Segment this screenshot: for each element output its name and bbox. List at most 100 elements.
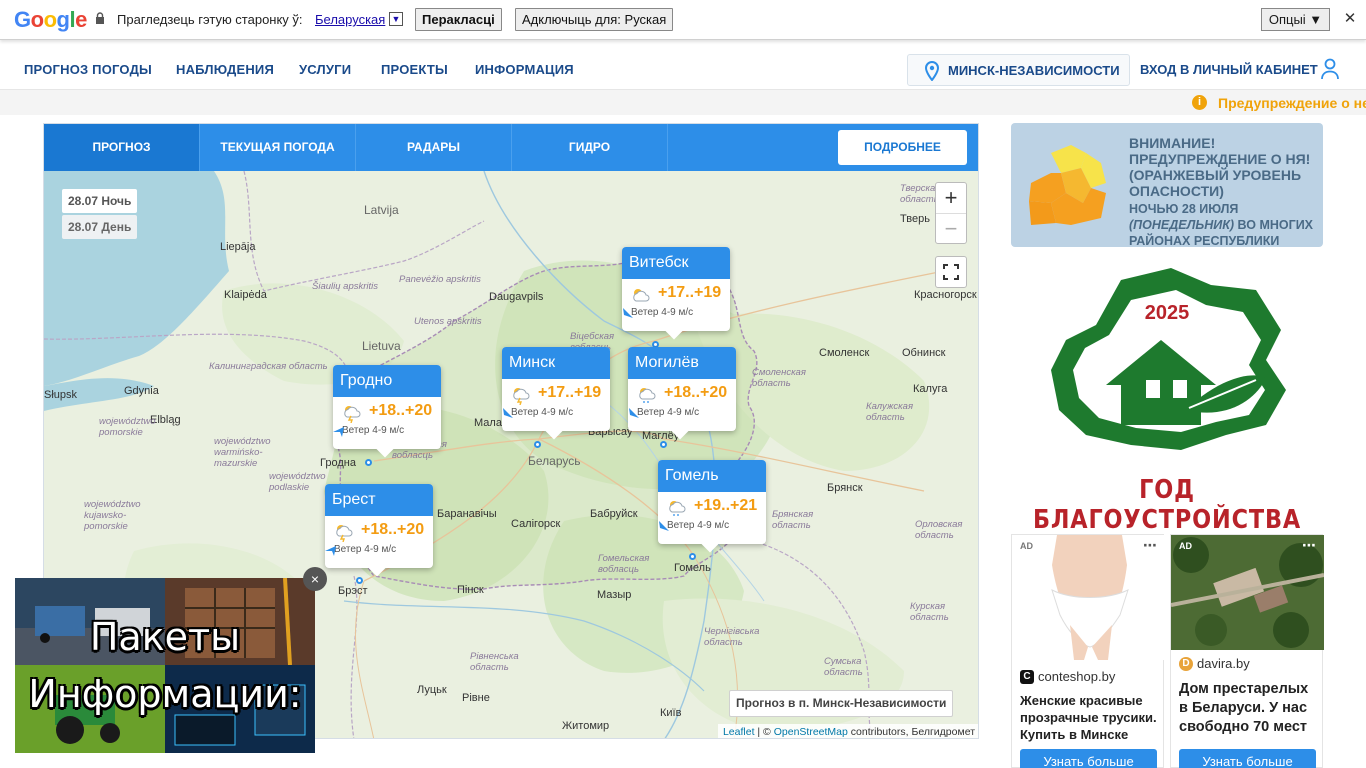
location-selector[interactable]: МИНСК-НЕЗАВИСИМОСТИ: [907, 54, 1130, 86]
video-ad-close-button[interactable]: ×: [303, 567, 327, 591]
video-ad-text-line2: Информации:: [28, 672, 302, 716]
map-label-region: Орловская область: [915, 519, 963, 541]
tab-forecast[interactable]: ПРОГНОЗ: [44, 124, 200, 171]
attribution-separator: | ©: [754, 726, 774, 738]
thunderstorm-icon: [336, 525, 353, 542]
rain-icon: [639, 388, 656, 403]
partly-cloudy-icon: [633, 289, 650, 302]
city-point-minsk[interactable]: [534, 441, 541, 448]
map-label-city: Бабруйск: [590, 508, 638, 520]
ad-learn-more-button[interactable]: Узнать больше: [1179, 749, 1316, 768]
map-label-region: Смоленская область: [752, 367, 806, 389]
map-label-city: Обнинск: [902, 347, 946, 359]
login-link[interactable]: ВХОД В ЛИЧНЫЙ КАБИНЕТ: [1140, 62, 1318, 77]
ad-card-davira[interactable]: AD ⋯ D davira.by Дом престарелых в Белар…: [1170, 534, 1324, 768]
city-name: Гомель: [658, 460, 766, 492]
city-point-gomel[interactable]: [689, 553, 696, 560]
nav-item-services[interactable]: УСЛУГИ: [299, 62, 351, 77]
tab-radars[interactable]: РАДАРЫ: [356, 124, 512, 171]
city-card-brest[interactable]: Брест +18..+20 Ветер 4-9 м/с: [325, 484, 433, 577]
city-card-minsk[interactable]: Минск +17..+19 Ветер 4-9 м/с: [502, 347, 610, 440]
map-label-city: Салігорск: [511, 518, 561, 530]
ad-tag: AD: [1020, 541, 1033, 551]
ad-card-conteshop[interactable]: AD ⋯ C conteshop.by Женские красивые про…: [1011, 534, 1165, 768]
zoom-control: + −: [935, 182, 967, 244]
video-ad-text-line1: Пакеты: [89, 615, 241, 659]
alert-body: НОЧЬЮ 28 ИЮЛЯ (ПОНЕДЕЛЬНИК) ВО МНОГИХ РА…: [1129, 201, 1319, 247]
map-label-city: Калуга: [913, 383, 948, 395]
leaflet-link[interactable]: Leaflet: [723, 726, 755, 738]
ad-learn-more-button[interactable]: Узнать больше: [1020, 749, 1157, 768]
forecast-point-button[interactable]: Прогноз в п. Минск-Независимости: [729, 690, 954, 717]
main-nav: ПРОГНОЗ ПОГОДЫ НАБЛЮДЕНИЯ УСЛУГИ ПРОЕКТЫ…: [0, 48, 1366, 90]
city-temperature: +18..+20: [664, 384, 728, 401]
nav-item-information[interactable]: ИНФОРМАЦИЯ: [475, 62, 574, 77]
translate-options-button[interactable]: Опцыі ▼: [1261, 8, 1330, 31]
city-wind: Ветер 4-9 м/с: [637, 407, 700, 418]
wind-direction-icon: [623, 308, 633, 318]
more-options-icon[interactable]: ⋯: [1302, 537, 1316, 554]
more-button[interactable]: ПОДРОБНЕЕ: [838, 130, 967, 165]
map-label-country: Lietuva: [362, 339, 401, 353]
map-label-region: Сумська область: [824, 656, 863, 678]
city-point-brest[interactable]: [356, 577, 363, 584]
year-of-improvement-banner[interactable]: 2025 ГОД БЛАГОУСТРОЙСТВА: [1011, 260, 1323, 535]
map-label-city: Красногорск: [914, 289, 977, 301]
city-wind: Ветер 4-9 м/с: [334, 544, 397, 555]
video-ad[interactable]: Пакеты Информации:: [15, 578, 315, 753]
translate-button[interactable]: Перакласці: [415, 8, 502, 31]
wind-direction-icon: [629, 408, 639, 418]
city-card-vitebsk[interactable]: Витебск +17..+19 Ветер 4-9 м/с: [622, 247, 730, 340]
map-label-city: Гродна: [320, 457, 356, 469]
city-wind: Ветер 4-9 м/с: [667, 520, 730, 531]
chevron-down-icon[interactable]: ▼: [389, 12, 403, 26]
translate-language-link[interactable]: Беларуская: [315, 12, 385, 27]
zoom-out-button[interactable]: −: [936, 213, 966, 243]
close-icon[interactable]: ✕: [1341, 10, 1359, 28]
osm-link[interactable]: OpenStreetMap: [774, 726, 848, 738]
nav-item-observations[interactable]: НАБЛЮДЕНИЯ: [176, 62, 274, 77]
city-temperature: +17..+19: [538, 384, 602, 401]
city-card-grodno[interactable]: Гродно +18..+20 Ветер 4-9 м/с: [333, 365, 441, 458]
date-day-button[interactable]: 28.07 День: [62, 215, 138, 239]
map-label-region: województwo warmińsko-mazurskie: [214, 436, 271, 469]
fullscreen-button[interactable]: [935, 256, 967, 288]
wind-direction-icon: [333, 427, 344, 437]
map-label-region: Курская область: [910, 601, 949, 623]
tab-hydro[interactable]: ГИДРО: [512, 124, 668, 171]
city-point-mogilev[interactable]: [660, 441, 667, 448]
alert-body-2: (ПОНЕДЕЛЬНИК): [1129, 218, 1235, 232]
city-card-mogilev[interactable]: Могилёв +18..+20 Ветер 4-9 м/с: [628, 347, 736, 440]
more-options-icon[interactable]: ⋯: [1143, 537, 1157, 554]
alert-title: ВНИМАНИЕ! ПРЕДУПРЕЖДЕНИЕ О НЯ! (ОРАНЖЕВЫ…: [1129, 135, 1311, 199]
translate-bar: Google Прагледзець гэтую старонку ў: Бел…: [0, 0, 1366, 40]
attribution-text: contributors, Белгидромет: [847, 726, 975, 738]
user-icon[interactable]: [1320, 58, 1340, 80]
lock-icon: [96, 12, 104, 24]
zoom-in-button[interactable]: +: [936, 183, 966, 213]
ad-source: davira.by: [1197, 656, 1250, 671]
map-label-city: Daugavpils: [489, 291, 544, 303]
nav-item-forecast[interactable]: ПРОГНОЗ ПОГОДЫ: [24, 62, 152, 77]
nav-item-projects[interactable]: ПРОЕКТЫ: [381, 62, 448, 77]
city-temperature: +17..+19: [658, 284, 722, 301]
warning-ticker[interactable]: i Предупреждение о не: [0, 90, 1366, 115]
disable-translate-button[interactable]: Адключыць для: Руская: [515, 8, 674, 31]
warning-icon: i: [1192, 95, 1207, 110]
map-label-region: województwo kujawsko-pomorskie: [84, 499, 141, 532]
date-night-button[interactable]: 28.07 Ночь: [62, 189, 138, 213]
map-label-region: Гомельская вобласць: [598, 553, 650, 575]
map-label-region: województwo pomorskie: [99, 416, 156, 438]
weather-alert-card[interactable]: ВНИМАНИЕ! ПРЕДУПРЕЖДЕНИЕ О НЯ! (ОРАНЖЕВЫ…: [1011, 123, 1323, 247]
tab-current-weather[interactable]: ТЕКУЩАЯ ПОГОДА: [200, 124, 356, 171]
map-label-city: Брянск: [827, 482, 863, 494]
ad-source: conteshop.by: [1038, 669, 1116, 684]
city-point-grodno[interactable]: [365, 459, 372, 466]
rain-icon: [669, 501, 686, 516]
ad-title[interactable]: Дом престарелых в Беларуси. У нас свобод…: [1179, 680, 1319, 737]
ad-title[interactable]: Женские красивые прозрачные трусики. Куп…: [1020, 692, 1160, 743]
source-logo-icon: D: [1179, 657, 1193, 671]
city-card-gomel[interactable]: Гомель +19..+21 Ветер 4-9 м/с: [658, 460, 766, 553]
city-wind: Ветер 4-9 м/с: [511, 407, 574, 418]
map-label-region: Utenos apskritis: [414, 316, 482, 327]
